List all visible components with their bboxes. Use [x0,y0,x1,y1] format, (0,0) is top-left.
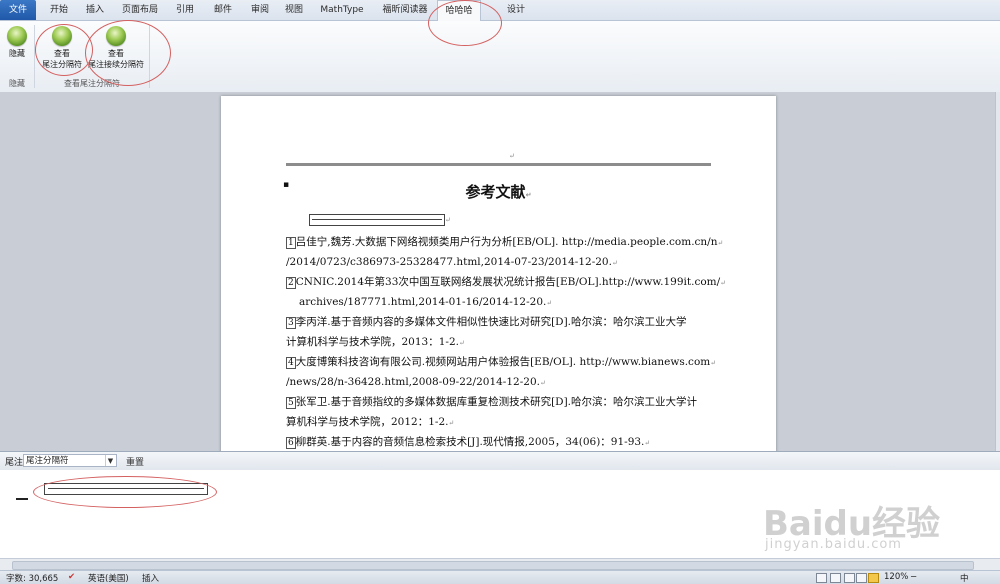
zoom-level[interactable]: 120% [884,572,908,582]
view-footnote-separator-button[interactable]: 查看 尾注分隔符 [38,26,86,70]
web-layout-view-icon[interactable] [844,573,855,583]
hide-icon [7,26,27,46]
reference-1: 1 吕佳宁,魏芳.大数据下网络视频类用户行为分析[EB/OL]. http://m… [286,236,724,249]
watermark-url: jingyan.baidu.com [765,537,902,552]
reference-5: 5 张军卫.基于音频指纹的多媒体数据库重复检测技术研究[D].哈尔滨：哈尔滨工业大… [286,395,697,410]
view-continuation-icon [106,26,126,46]
ref-text: 张军卫.基于音频指纹的多媒体数据库重复检测技术研究[D].哈尔滨：哈尔滨工业大学… [295,396,698,408]
reference-1-cont: /2014/0723/c386973-25328477.html,2014-07… [286,256,618,268]
tab-home[interactable]: 开始 [44,0,74,20]
paragraph-mark: ↵ [509,152,515,160]
reference-3: 3 李丙洋.基于音频内容的多媒体文件相似性快速比对研究[D].哈尔滨：哈尔滨工业大… [286,315,687,330]
proofing-icon[interactable]: ✔ [68,572,75,582]
ref-text-cont: /news/28/n-36428.html,2008-09-22/2014-12… [286,376,540,388]
tab-insert[interactable]: 插入 [80,0,110,20]
reference-6: 6 柳群英.基于内容的音频信息检索技术[J].现代情报,2005，34(06)：9… [286,436,651,449]
tab-references[interactable]: 引用 [170,0,200,20]
ref-number: 2 [286,277,296,289]
reference-5-cont: 算机科学与技术学院，2012：1-2.↵ [286,416,455,428]
view-label-2: 查看 [108,49,124,58]
ref-text-cont: 算机科学与技术学院，2012：1-2. [286,416,449,428]
view-label: 查看 [54,49,70,58]
zoom-out-icon[interactable]: − [910,572,917,582]
group-divider-2 [149,25,150,88]
footnote-separator-label: 尾注分隔符 [42,60,82,69]
view-footnote-continuation-button[interactable]: 查看 尾注接续分隔符 [86,26,146,70]
hide-button[interactable]: 隐藏 [3,26,31,59]
footnote-continuation-label: 尾注接续分隔符 [88,60,144,69]
references-heading: 参考文献↵ [465,183,532,201]
ref-text: CNNIC.2014年第33次中国互联网络发展状况统计报告[EB/OL].htt… [295,276,721,288]
tab-foxit-reader[interactable]: 福昕阅读器 [376,0,434,20]
ref-text: 大度博策科技咨询有限公司.视频网站用户体验报告[EB/OL]. http://w… [295,356,711,368]
print-layout-view-icon[interactable] [816,573,827,583]
endnote-type-select[interactable]: 尾注分隔符 ▼ [23,454,117,467]
status-bar: 字数: 30,665 ✔ 英语(美国) 插入 120% − 中 [0,570,1000,584]
ref-text: 吕佳宁,魏芳.大数据下网络视频类用户行为分析[EB/OL]. http://me… [295,236,718,248]
endnote-pane-label: 尾注 [5,458,24,468]
group-divider [34,25,35,88]
reference-4: 4 大度博策科技咨询有限公司.视频网站用户体验报告[EB/OL]. http://… [286,356,717,369]
horizontal-scroll-thumb[interactable] [12,561,974,570]
reference-2: 2 CNNIC.2014年第33次中国互联网络发展状况统计报告[EB/OL].ht… [286,276,727,289]
ref-number: 1 [286,237,296,249]
view-separator-icon [52,26,72,46]
tab-review[interactable]: 审阅 [245,0,275,20]
group-label-view-separator: 查看尾注分隔符 [64,79,120,88]
insert-mode-indicator[interactable]: 插入 [142,572,159,584]
language-indicator[interactable]: 英语(美国) [88,572,129,584]
document-page[interactable]: ↵ ▪ 参考文献↵ ↵ 1 吕佳宁,魏芳.大数据下网络视频类用户行为分析[EB/O… [221,96,776,451]
outline-view-icon[interactable] [856,573,867,583]
ref-text: 李丙洋.基于音频内容的多媒体文件相似性快速比对研究[D].哈尔滨：哈尔滨工业大学 [295,316,687,328]
tab-design[interactable]: 设计 [500,0,532,20]
ref-number: 6 [286,437,296,449]
reset-button[interactable]: 重置 [126,455,144,468]
ribbon-tab-bar: 文件 开始 插入 页面布局 引用 邮件 审阅 视图 MathType 福昕阅读器… [0,0,1000,21]
tab-file[interactable]: 文件 [0,0,36,20]
endnote-separator[interactable] [309,214,445,226]
ref-text-cont: 计算机科学与技术学院，2013：1-2. [286,336,459,348]
vertical-scrollbar[interactable] [995,92,1000,451]
ref-text-cont: /2014/0723/c386973-25328477.html,2014-07… [286,256,612,268]
ref-text-cont: archives/187771.html,2014-01-16/2014-12-… [299,296,547,308]
ribbon: 隐藏 隐藏 查看 尾注分隔符 查看 尾注接续分隔符 查看尾注分隔符 [0,21,1000,93]
tab-mathtype[interactable]: MathType [316,0,368,20]
ref-number: 3 [286,317,296,329]
endnote-separator-preview[interactable] [44,483,208,495]
tab-mailings[interactable]: 邮件 [208,0,238,20]
tab-page-layout[interactable]: 页面布局 [118,0,162,20]
tab-hahaha[interactable]: 哈哈哈 [437,0,481,21]
word-count[interactable]: 字数: 30,665 [6,572,58,584]
hide-button-label: 隐藏 [9,49,25,58]
references-title: 参考文献 [465,183,526,201]
short-separator-line [16,498,28,500]
tab-view[interactable]: 视图 [280,0,308,20]
endnote-type-value: 尾注分隔符 [26,456,69,466]
page-rule-line [286,163,711,166]
paragraph-mark-2: ↵ [445,216,451,224]
reference-3-cont: 计算机科学与技术学院，2013：1-2.↵ [286,336,465,348]
ref-number: 4 [286,357,296,369]
chevron-down-icon[interactable]: ▼ [105,455,115,466]
ref-text: 柳群英.基于内容的音频信息检索技术[J].现代情报,2005，34(06)：91… [295,436,645,448]
draft-view-icon[interactable] [868,573,879,583]
ime-indicator[interactable]: 中 [960,572,969,584]
reference-2-cont: archives/187771.html,2014-01-16/2014-12-… [299,296,553,308]
group-label-hide: 隐藏 [9,79,25,88]
document-area: ↵ ▪ 参考文献↵ ↵ 1 吕佳宁,魏芳.大数据下网络视频类用户行为分析[EB/O… [0,92,995,451]
endnote-pane-toolbar: 尾注 尾注分隔符 ▼ 重置 [0,451,1000,471]
full-screen-view-icon[interactable] [830,573,841,583]
ref-number: 5 [286,397,296,409]
reference-4-cont: /news/28/n-36428.html,2008-09-22/2014-12… [286,376,546,388]
